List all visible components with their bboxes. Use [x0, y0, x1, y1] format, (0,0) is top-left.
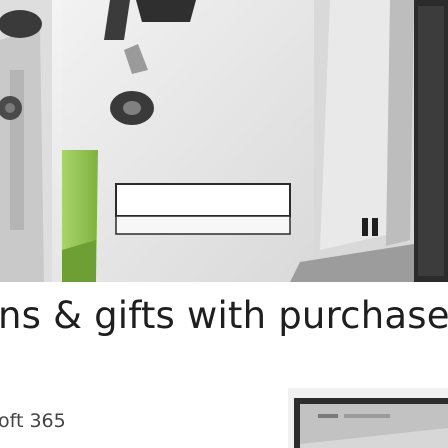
- offer-card[interactable]: oft 365: [0, 378, 448, 448]
- product-hero-image[interactable]: [0, 0, 448, 282]
- promo-headline: ns & gifts with purchase: [0, 294, 448, 337]
- promo-page: ns & gifts with purchase oft 365: [0, 0, 448, 448]
- offer-label[interactable]: oft 365: [0, 410, 66, 432]
- offer-thumbnail[interactable]: [288, 388, 448, 448]
- product-hero-illustration: [0, 0, 448, 282]
- laptop-thumbnail-illustration: [288, 388, 448, 448]
